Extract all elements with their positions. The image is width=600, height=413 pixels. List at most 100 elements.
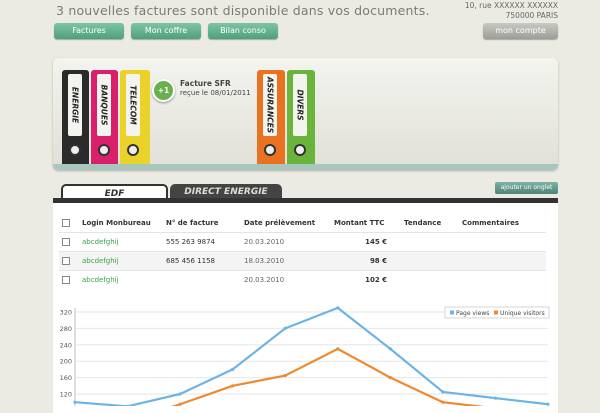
series-line-0: [74, 306, 549, 406]
series-point: [546, 402, 550, 406]
col-amount[interactable]: Montant TTC: [331, 214, 401, 233]
shelf: [53, 164, 558, 170]
usage-line-chart: 320 280 240 200 160 120 Page views Unique visit…: [60, 306, 550, 406]
series-point: [231, 384, 235, 388]
binder-label: TELECOM: [126, 74, 140, 136]
invoice-title: Facture SFR: [180, 79, 231, 88]
binder-ring-icon: [69, 144, 81, 156]
address-line-1: 10, rue XXXXXX XXXXXX: [464, 1, 558, 10]
row-amount: 145 €: [331, 232, 401, 252]
series-point: [283, 326, 287, 330]
binder-banner: ENERGIE BANQUES TELECOM +1 Facture SFR r…: [53, 58, 558, 170]
y-tick-label: 200: [60, 358, 72, 366]
binder-ring-icon: [294, 144, 306, 156]
top-bar: 3 nouvelles factures sont disponible dan…: [0, 0, 600, 48]
row-date: 18.03.2010: [241, 251, 331, 271]
row-date: 20.03.2010: [241, 232, 331, 252]
invoice-date: reçue le 08/01/2011: [180, 89, 251, 97]
binder-banques[interactable]: BANQUES: [91, 70, 118, 164]
col-date[interactable]: Date prélèvement: [241, 214, 331, 233]
binder-telecom[interactable]: TELECOM: [120, 70, 150, 164]
binder-label: ENERGIE: [68, 74, 82, 136]
row-login[interactable]: abcdefghij: [79, 232, 163, 252]
series-point: [388, 347, 392, 351]
row-checkbox-cell: [59, 270, 79, 289]
y-tick-label: 120: [60, 391, 72, 399]
series-point: [336, 347, 340, 351]
row-checkbox-cell: [59, 232, 79, 252]
series-point: [125, 404, 130, 406]
row-checkbox[interactable]: [62, 257, 70, 265]
row-date: 20.03.2010: [241, 270, 331, 289]
mon-compte-button[interactable]: mon compte: [483, 23, 558, 39]
address-line-2: 750000 PARIS: [505, 11, 558, 20]
new-invoice-info: Facture SFR reçue le 08/01/2011: [180, 79, 251, 98]
series-point: [336, 306, 340, 310]
y-tick-label: 160: [60, 374, 72, 382]
select-all-cell: [59, 214, 79, 233]
user-address: 10, rue XXXXXX XXXXXX 750000 PARIS: [465, 1, 558, 21]
binder-energie[interactable]: ENERGIE: [62, 70, 89, 164]
table-row[interactable]: abcdefghij 685 456 1158 18.03.2010 98 €: [59, 251, 546, 271]
series-point: [388, 376, 392, 380]
table-header-row: Login Monbureau N° de facture Date prélè…: [59, 214, 546, 233]
legend-label: Page views: [456, 310, 489, 317]
binder-label: DIVERS: [293, 74, 307, 136]
row-trend: [401, 251, 459, 271]
row-comments: [459, 270, 546, 289]
add-tab-button[interactable]: ajouter un onglet: [495, 182, 558, 194]
series-point: [441, 390, 445, 394]
row-trend: [401, 270, 459, 289]
notification-message: 3 nouvelles factures sont disponible dan…: [56, 3, 430, 18]
binder-label-text: ASSURANCES: [265, 76, 275, 134]
row-invoice-number: 555 263 9874: [163, 232, 241, 252]
binder-label-text: TELECOM: [128, 85, 138, 125]
legend-swatch: [494, 310, 498, 315]
row-comments: [459, 251, 546, 271]
binder-label-text: DIVERS: [295, 89, 305, 121]
series-point: [178, 392, 182, 396]
binder-label: ASSURANCES: [263, 74, 277, 136]
tab-panel: Login Monbureau N° de facture Date prélè…: [53, 198, 558, 413]
select-all-checkbox[interactable]: [62, 219, 70, 227]
binder-label: BANQUES: [97, 74, 111, 136]
table-row[interactable]: abcdefghij 20.03.2010 102 €: [59, 270, 546, 289]
legend-swatch: [450, 310, 454, 315]
series-point: [493, 396, 498, 400]
binder-label-text: BANQUES: [99, 84, 109, 126]
row-invoice-number: [163, 270, 241, 289]
binder-assurances[interactable]: ASSURANCES: [257, 70, 285, 164]
row-login[interactable]: abcdefghij: [79, 270, 163, 289]
binder-divers[interactable]: DIVERS: [287, 70, 315, 164]
row-login[interactable]: abcdefghij: [79, 251, 163, 271]
invoice-table: Login Monbureau N° de facture Date prélè…: [59, 214, 546, 289]
table-row[interactable]: abcdefghij 555 263 9874 20.03.2010 145 €: [59, 232, 546, 252]
binder-ring-icon: [264, 144, 276, 156]
nav-mon-coffre-button[interactable]: Mon coffre: [131, 23, 201, 39]
new-invoice-badge: +1: [152, 79, 175, 102]
y-tick-label: 280: [60, 325, 72, 333]
binder-ring-icon: [98, 144, 110, 156]
binder-ring-icon: [127, 144, 139, 156]
series-point: [178, 402, 182, 406]
nav-bilan-conso-button[interactable]: Bilan conso: [208, 23, 278, 39]
row-trend: [401, 232, 459, 252]
row-amount: 102 €: [331, 270, 401, 289]
col-login[interactable]: Login Monbureau: [79, 214, 163, 233]
series-point: [73, 400, 77, 404]
row-checkbox-cell: [59, 251, 79, 271]
y-tick-label: 320: [60, 309, 72, 317]
col-comments[interactable]: Commentaires: [459, 214, 546, 233]
row-checkbox[interactable]: [62, 238, 70, 246]
row-invoice-number: 685 456 1158: [163, 251, 241, 271]
binder-label-text: ENERGIE: [70, 86, 80, 124]
col-trend[interactable]: Tendance: [401, 214, 459, 233]
y-tick-label: 240: [60, 341, 72, 349]
col-invoice-number[interactable]: N° de facture: [163, 214, 241, 233]
series-point: [441, 400, 445, 404]
series-point: [283, 373, 287, 378]
row-checkbox[interactable]: [62, 276, 70, 284]
nav-factures-button[interactable]: Factures: [54, 23, 124, 39]
row-amount: 98 €: [331, 251, 401, 271]
series-point: [231, 367, 235, 371]
